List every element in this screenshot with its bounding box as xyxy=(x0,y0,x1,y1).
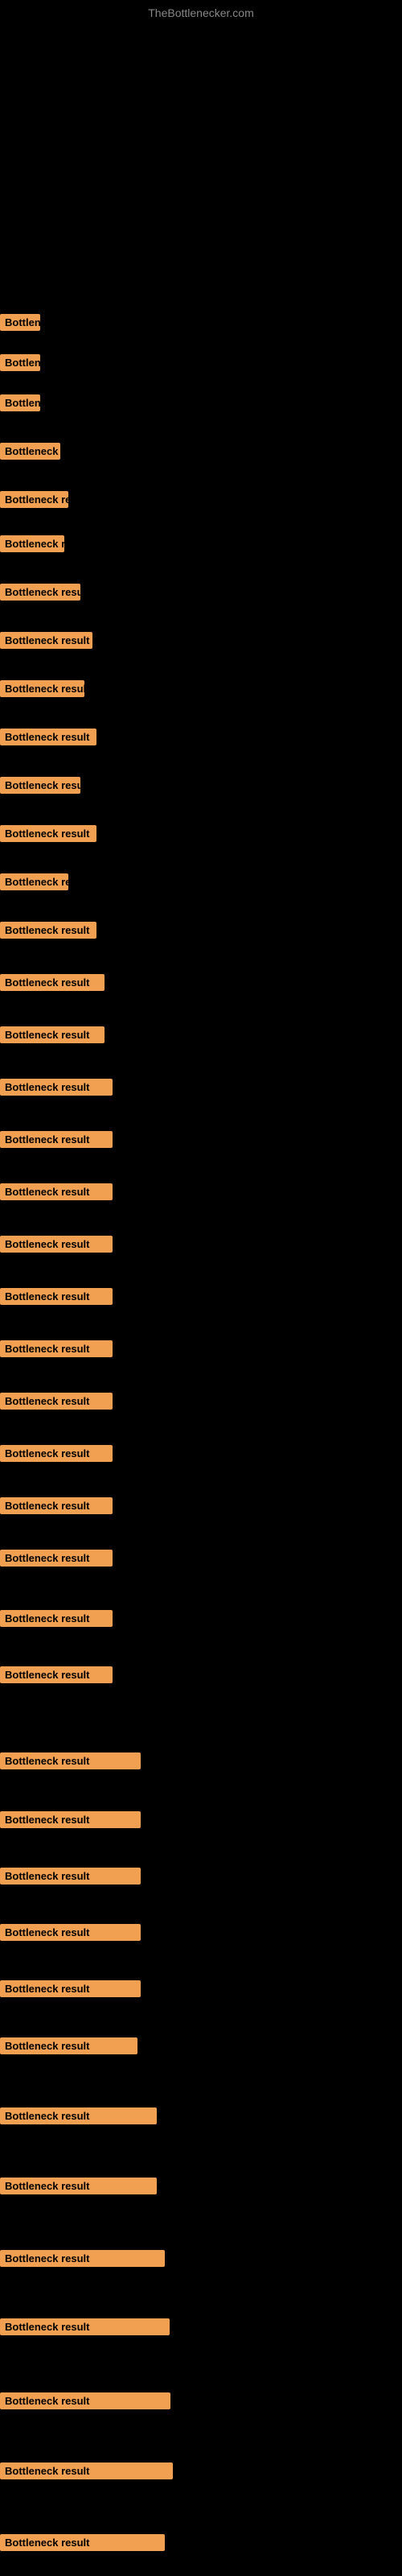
bottleneck-result-label: Bottleneck result xyxy=(0,1236,113,1253)
bottleneck-result-label: Bottleneck result xyxy=(0,535,64,552)
bottleneck-result-label: Bottleneck result xyxy=(0,680,84,697)
bottleneck-result-label: Bottleneck result xyxy=(0,1610,113,1627)
bottleneck-result-label: Bottleneck result xyxy=(0,1980,141,1997)
bottleneck-result-label: Bottleneck result xyxy=(0,1811,141,1828)
bottleneck-result-label: Bottleneck result xyxy=(0,1924,141,1941)
bottleneck-result-label: Bottleneck result xyxy=(0,632,92,649)
bottleneck-result-label: Bottleneck result xyxy=(0,2178,157,2194)
bottleneck-result-label: Bottleneck result xyxy=(0,777,80,794)
bottleneck-result-label: Bottleneck result xyxy=(0,584,80,601)
bottleneck-result-label: Bottleneck result xyxy=(0,443,60,460)
bottleneck-result-label: Bottleneck result xyxy=(0,354,40,371)
bottleneck-result-label: Bottleneck result xyxy=(0,2107,157,2124)
bottleneck-result-label: Bottleneck result xyxy=(0,2462,173,2479)
bottleneck-result-label: Bottleneck result xyxy=(0,1497,113,1514)
bottleneck-result-label: Bottleneck result xyxy=(0,2534,165,2551)
bottleneck-result-label: Bottleneck result xyxy=(0,2392,170,2409)
bottleneck-result-label: Bottleneck result xyxy=(0,1550,113,1567)
bottleneck-result-label: Bottleneck result xyxy=(0,1666,113,1683)
bottleneck-result-label: Bottleneck result xyxy=(0,1183,113,1200)
bottleneck-result-label: Bottleneck result xyxy=(0,1131,113,1148)
bottleneck-result-label: Bottleneck result xyxy=(0,314,40,331)
bottleneck-result-label: Bottleneck result xyxy=(0,1445,113,1462)
site-title: TheBottlenecker.com xyxy=(148,6,254,19)
bottleneck-result-label: Bottleneck result xyxy=(0,729,96,745)
bottleneck-result-label: Bottleneck result xyxy=(0,1393,113,1410)
bottleneck-result-label: Bottleneck result xyxy=(0,974,105,991)
bottleneck-result-label: Bottleneck result xyxy=(0,873,68,890)
bottleneck-result-label: Bottleneck result xyxy=(0,1340,113,1357)
bottleneck-result-label: Bottleneck result xyxy=(0,825,96,842)
bottleneck-result-label: Bottleneck result xyxy=(0,1752,141,1769)
bottleneck-result-label: Bottleneck result xyxy=(0,2318,170,2335)
bottleneck-result-label: Bottleneck result xyxy=(0,2037,137,2054)
bottleneck-result-label: Bottleneck result xyxy=(0,1288,113,1305)
bottleneck-result-label: Bottleneck result xyxy=(0,1026,105,1043)
bottleneck-result-label: Bottleneck result xyxy=(0,2250,165,2267)
bottleneck-result-label: Bottleneck result xyxy=(0,1868,141,1885)
bottleneck-result-label: Bottleneck result xyxy=(0,394,40,411)
bottleneck-result-label: Bottleneck result xyxy=(0,491,68,508)
bottleneck-result-label: Bottleneck result xyxy=(0,1079,113,1096)
bottleneck-result-label: Bottleneck result xyxy=(0,922,96,939)
